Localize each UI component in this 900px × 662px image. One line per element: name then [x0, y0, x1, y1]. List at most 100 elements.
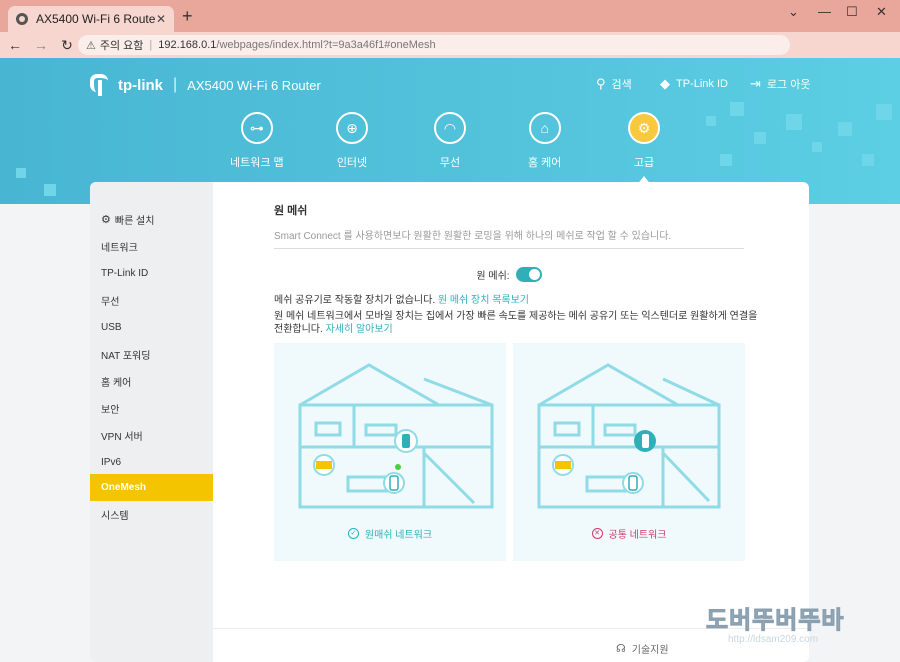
onemesh-explanation: 원 메쉬 네트워크에서 모바일 장치는 집에서 가장 빠른 속도를 제공하는 메… — [274, 310, 764, 336]
decor-square — [730, 102, 744, 116]
minimize-button[interactable]: — — [818, 4, 831, 19]
support-link[interactable]: ☊ 기술지원 — [616, 641, 669, 656]
check-circle-icon: ✓ — [347, 528, 359, 539]
close-tab-icon[interactable]: ✕ — [156, 12, 166, 26]
favicon-icon — [16, 13, 28, 25]
quick-setup-icon: ⚙ — [101, 214, 111, 226]
logout-label: 로그 아웃 — [766, 79, 811, 91]
address-bar[interactable]: ⚠ 주의 요함 | 192.168.0.1/webpages/index.htm… — [78, 35, 790, 55]
search-link[interactable]: ⚲ 검색 — [596, 76, 632, 92]
content-card: ⚙ 빠른 설치 네트워크 TP-Link ID 무선 USB NAT 포워딩 홈… — [90, 182, 809, 662]
brand-separator: | — [173, 76, 178, 93]
onemesh-caption: ✓ 원매쉬 네트워크 — [274, 526, 506, 541]
watermark: 도버뚜버뚜바 http://ldsam209.com — [705, 600, 896, 656]
nav-label: 인터넷 — [336, 157, 368, 169]
x-circle-icon: ✕ — [591, 528, 603, 539]
globe-icon: ⊕ — [336, 112, 368, 144]
router-page: tp-link | AX5400 Wi-Fi 6 Router ⚲ 검색 ◆ T… — [0, 58, 900, 662]
sidebar-item-nat[interactable]: NAT 포워딩 — [90, 341, 213, 368]
support-label: 기술지원 — [631, 645, 669, 656]
back-arrow-icon[interactable]: ← — [4, 37, 26, 53]
common-network-panel: ✕ 공통 네트워크 — [513, 343, 745, 561]
search-icon: ⚲ — [596, 76, 606, 91]
browser-tab[interactable]: AX5400 Wi-Fi 6 Router ✕ — [8, 6, 174, 32]
sidebar-item-quick-setup[interactable]: ⚙ 빠른 설치 — [90, 206, 213, 233]
nav-label: 네트워크 맵 — [230, 157, 284, 169]
onemesh-toggle-row: 원 메쉬: — [274, 267, 744, 282]
close-window-button[interactable]: ✕ — [876, 4, 887, 20]
maximize-button[interactable]: ☐ — [846, 4, 858, 20]
decor-square — [44, 184, 56, 196]
learn-more-link[interactable]: 자세히 알아보기 — [326, 324, 393, 335]
decor-square — [876, 104, 892, 120]
security-label: 주의 요함 — [99, 40, 144, 52]
headset-icon: ☊ — [616, 643, 626, 655]
sidebar-item-network[interactable]: 네트워크 — [90, 233, 213, 260]
tab-title: AX5400 Wi-Fi 6 Router — [36, 12, 156, 26]
decor-square — [862, 154, 874, 166]
onemesh-network-panel: ✓ 원매쉬 네트워크 — [274, 343, 506, 561]
decor-square — [706, 116, 716, 126]
tplink-id-link[interactable]: ◆ TP-Link ID — [660, 76, 728, 92]
tplink-id-label: TP-Link ID — [676, 78, 728, 90]
watermark-title: 도버뚜버뚜바 — [705, 607, 845, 635]
nav-network-map[interactable]: ⊶ 네트워크 맵 — [230, 112, 284, 170]
url-path: /webpages/index.html?t=9a3a46f1#oneMesh — [216, 39, 436, 51]
sidebar-item-security[interactable]: 보안 — [90, 395, 213, 422]
sidebar-item-wireless[interactable]: 무선 — [90, 287, 213, 314]
forward-arrow-icon[interactable]: → — [30, 37, 52, 53]
gear-icon: ⚙ — [628, 112, 660, 144]
no-devices-text: 메쉬 공유기로 작동할 장치가 없습니다. — [274, 295, 436, 306]
decor-square — [838, 122, 852, 136]
sidebar: ⚙ 빠른 설치 네트워크 TP-Link ID 무선 USB NAT 포워딩 홈… — [90, 182, 213, 662]
decor-square — [786, 114, 802, 130]
sidebar-item-home-care[interactable]: 홈 케어 — [90, 368, 213, 395]
tab-search-icon[interactable]: ⌄ — [788, 4, 799, 20]
decor-square — [720, 154, 732, 166]
reload-icon[interactable]: ↻ — [56, 37, 78, 54]
common-caption-text: 공통 네트워크 — [608, 530, 667, 541]
sidebar-item-tplink-id[interactable]: TP-Link ID — [90, 260, 213, 287]
onemesh-section: 원 메쉬 Smart Connect 를 사용하면보다 원활한 원활한 로밍을 … — [213, 182, 809, 662]
decor-square — [16, 168, 26, 178]
watermark-url: http://ldsam209.com — [728, 634, 819, 645]
nav-wireless[interactable]: ◠ 무선 — [434, 112, 466, 170]
nav-home-care[interactable]: ⌂ 홈 케어 — [528, 112, 561, 170]
nav-advanced[interactable]: ⚙ 고급 — [628, 112, 660, 170]
decor-square — [754, 132, 766, 144]
browser-tab-bar: AX5400 Wi-Fi 6 Router ✕ + ⌄ — ☐ ✕ — [0, 0, 900, 32]
no-devices-line: 메쉬 공유기로 작동할 장치가 없습니다. 원 메쉬 장치 목록보기 — [274, 291, 754, 306]
sidebar-item-vpn[interactable]: VPN 서버 — [90, 422, 213, 449]
sidebar-item-label: 빠른 설치 — [114, 216, 155, 227]
url-separator: | — [149, 39, 153, 51]
tplink-logo-icon — [90, 74, 112, 96]
onemesh-toggle-switch[interactable] — [515, 267, 542, 282]
router-model: AX5400 Wi-Fi 6 Router — [187, 77, 321, 93]
sidebar-item-onemesh[interactable]: OneMesh — [90, 474, 213, 501]
device-list-link[interactable]: 원 메쉬 장치 목록보기 — [438, 295, 529, 306]
common-network-caption: ✕ 공통 네트워크 — [513, 526, 745, 541]
new-tab-button[interactable]: + — [182, 6, 193, 27]
network-map-icon: ⊶ — [240, 112, 273, 144]
wifi-icon: ◠ — [434, 112, 466, 144]
nav-label: 홈 케어 — [528, 157, 562, 169]
nav-label: 고급 — [633, 157, 655, 169]
address-toolbar: ← → ↻ ⚠ 주의 요함 | 192.168.0.1/webpages/ind… — [0, 32, 900, 82]
onemesh-toggle-label: 원 메쉬: — [476, 271, 510, 282]
sidebar-item-ipv6[interactable]: IPv6 — [90, 449, 213, 476]
warning-icon: ⚠ — [86, 39, 96, 52]
onemesh-caption-text: 원매쉬 네트워크 — [364, 530, 433, 541]
decor-square — [812, 142, 822, 152]
section-title: 원 메쉬 — [274, 205, 308, 217]
sidebar-item-usb[interactable]: USB — [90, 314, 213, 341]
sidebar-item-system[interactable]: 시스템 — [90, 501, 213, 528]
nav-internet[interactable]: ⊕ 인터넷 — [336, 112, 368, 170]
home-care-icon: ⌂ — [528, 112, 561, 144]
url-host: 192.168.0.1 — [158, 39, 217, 51]
logout-icon: ⇥ — [750, 76, 761, 91]
section-description: Smart Connect 를 사용하면보다 원활한 원활한 로밍을 위해 하나… — [274, 227, 744, 249]
search-label: 검색 — [611, 79, 632, 91]
tplink-id-icon: ◆ — [660, 76, 670, 91]
nav-label: 무선 — [439, 157, 461, 169]
logout-link[interactable]: ⇥ 로그 아웃 — [750, 76, 810, 92]
